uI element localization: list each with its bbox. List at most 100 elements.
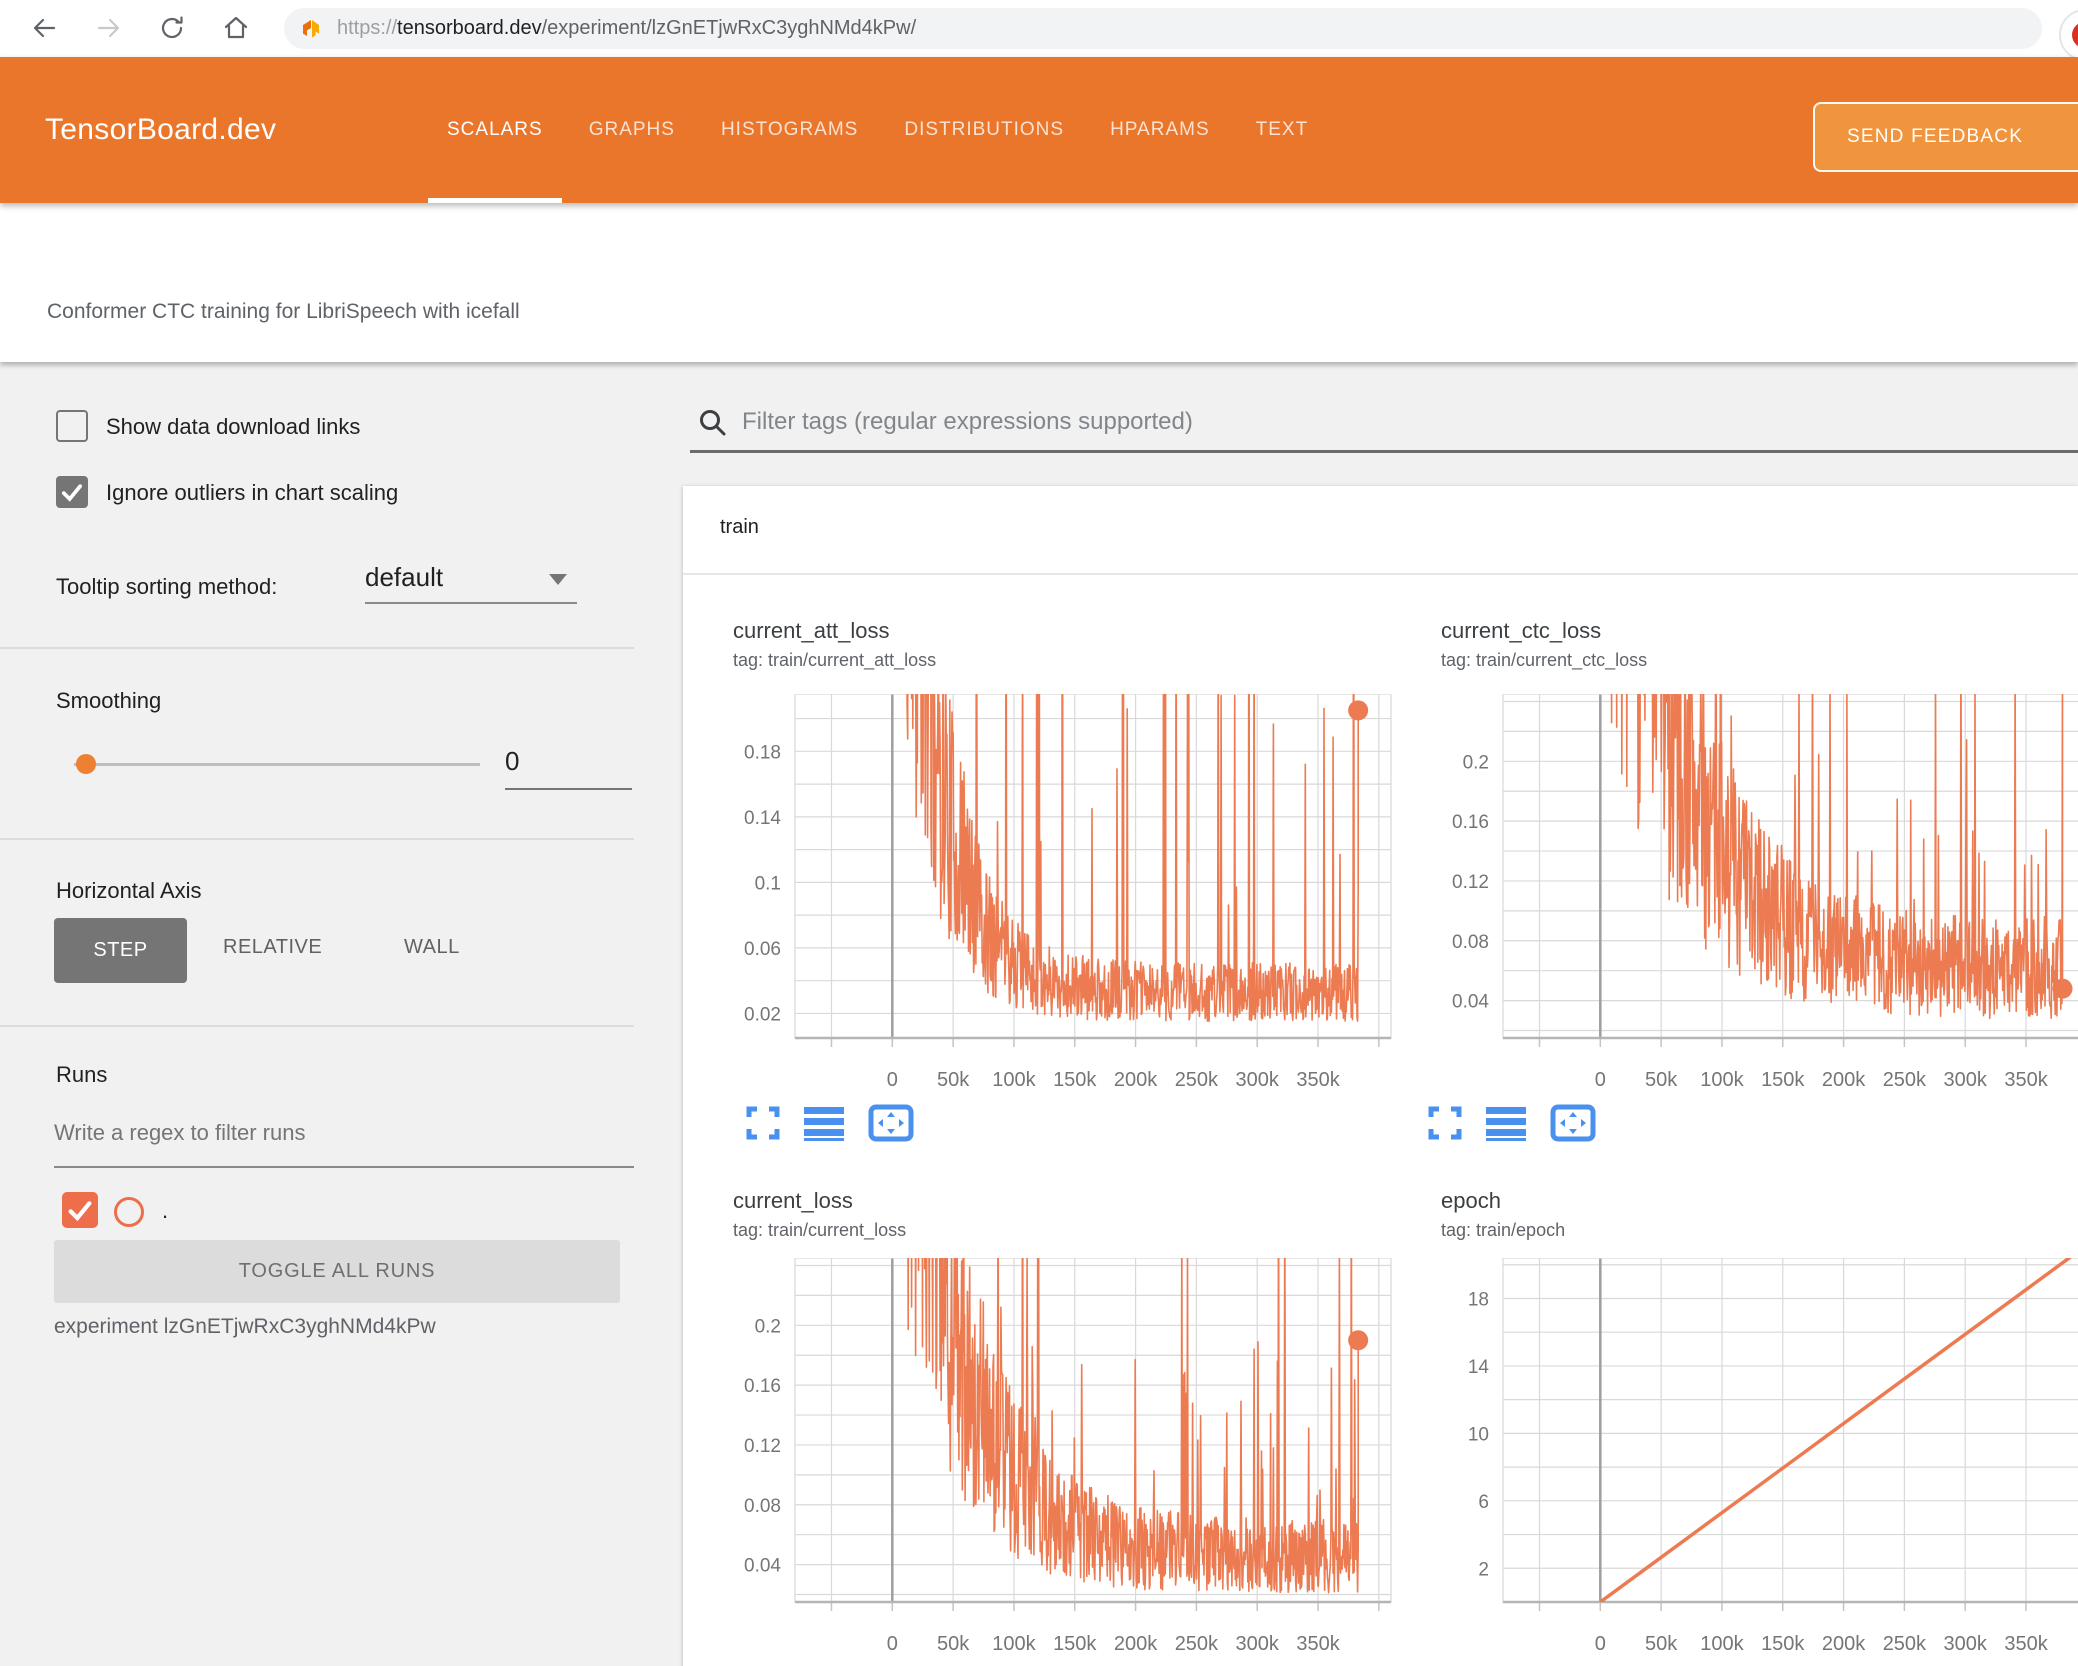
divider bbox=[0, 1025, 634, 1027]
svg-text:50k: 50k bbox=[1645, 1069, 1678, 1091]
smoothing-underline bbox=[505, 788, 632, 790]
smoothing-value: 0 bbox=[505, 746, 520, 776]
svg-text:10: 10 bbox=[1468, 1424, 1489, 1445]
chart-title: epoch bbox=[1441, 1188, 1501, 1213]
svg-text:50k: 50k bbox=[937, 1633, 970, 1655]
tab-distributions[interactable]: DISTRIBUTIONS bbox=[881, 57, 1087, 203]
svg-text:0: 0 bbox=[887, 1069, 898, 1091]
dropdown-underline bbox=[365, 602, 577, 604]
svg-text:0.02: 0.02 bbox=[744, 1004, 781, 1025]
reload-icon[interactable] bbox=[158, 14, 186, 42]
show-download-label: Show data download links bbox=[106, 414, 361, 439]
tooltip-sorting-value: default bbox=[365, 562, 444, 592]
title-band: Conformer CTC training for LibriSpeech w… bbox=[0, 203, 2078, 362]
tab-hparams[interactable]: HPARAMS bbox=[1087, 57, 1233, 203]
home-icon[interactable] bbox=[222, 14, 250, 42]
svg-text:300k: 300k bbox=[1944, 1633, 1988, 1655]
address-bar[interactable]: https://tensorboard.dev/experiment/lzGnE… bbox=[284, 8, 2042, 49]
svg-text:300k: 300k bbox=[1236, 1633, 1280, 1655]
page: https://tensorboard.dev/experiment/lzGnE… bbox=[0, 0, 2078, 1666]
svg-text:200k: 200k bbox=[1822, 1069, 1866, 1091]
content: Show data download links Ignore outliers… bbox=[0, 362, 2078, 1666]
axis-relative-button[interactable]: RELATIVE bbox=[223, 936, 322, 959]
chart-plot-0[interactable]: 0.02 0.06 0.1 0.14 0.18 0 50k 100k 150k 200k 250k 3… bbox=[720, 693, 1401, 1100]
svg-text:0.16: 0.16 bbox=[744, 1376, 781, 1397]
svg-text:150k: 150k bbox=[1761, 1633, 1805, 1655]
svg-text:50k: 50k bbox=[937, 1069, 970, 1091]
app-header: TensorBoard.dev SCALARS GRAPHS HISTOGRAM… bbox=[0, 57, 2078, 203]
smoothing-label: Smoothing bbox=[56, 688, 162, 713]
toggle-all-runs-button[interactable]: TOGGLE ALL RUNS bbox=[54, 1240, 620, 1303]
section-divider bbox=[683, 573, 2078, 575]
svg-text:0.18: 0.18 bbox=[744, 742, 781, 763]
tab-histograms[interactable]: HISTOGRAMS bbox=[698, 57, 881, 203]
svg-text:0: 0 bbox=[1595, 1633, 1606, 1655]
tab-scalars[interactable]: SCALARS bbox=[424, 57, 566, 203]
slider-thumb[interactable] bbox=[76, 754, 96, 774]
fullscreen-icon[interactable] bbox=[1428, 1106, 1462, 1140]
svg-text:350k: 350k bbox=[2004, 1633, 2048, 1655]
smoothing-slider[interactable] bbox=[74, 752, 480, 776]
slider-track[interactable] bbox=[74, 763, 480, 766]
svg-text:200k: 200k bbox=[1822, 1633, 1866, 1655]
chart-title: current_ctc_loss bbox=[1441, 618, 1602, 643]
axis-step-button[interactable]: STEP bbox=[54, 918, 187, 983]
runs-filter-underline bbox=[54, 1166, 634, 1168]
search-icon bbox=[700, 410, 726, 436]
url-path: /experiment/lzGnETjwRxC3yghNMd4kPw/ bbox=[541, 17, 917, 39]
chart-plot-3[interactable]: 2 6 10 14 18 0 50k 100k 150k 200k 250k 300k 350k bbox=[1428, 1257, 2078, 1664]
svg-text:0: 0 bbox=[1595, 1069, 1606, 1091]
ignore-outliers-checkbox[interactable] bbox=[56, 476, 88, 508]
tab-graphs[interactable]: GRAPHS bbox=[566, 57, 698, 203]
back-icon[interactable] bbox=[30, 14, 58, 42]
runs-filter-placeholder: Write a regex to filter runs bbox=[54, 1120, 306, 1145]
runs-label: Runs bbox=[56, 1062, 108, 1087]
tooltip-sorting-select[interactable]: default bbox=[365, 562, 577, 604]
axis-wall-button[interactable]: WALL bbox=[404, 936, 460, 959]
chart-plot-1[interactable]: 0.04 0.08 0.12 0.16 0.2 0 50k 100k 150k 200k 250k 3… bbox=[1428, 693, 2078, 1100]
svg-text:0.08: 0.08 bbox=[744, 1496, 781, 1517]
chart-title: current_loss bbox=[733, 1188, 853, 1213]
experiment-title: Conformer CTC training for LibriSpeech w… bbox=[47, 300, 520, 323]
tab-text[interactable]: TEXT bbox=[1233, 57, 1332, 203]
tensorboard-favicon bbox=[303, 19, 319, 38]
horizontal-axis-label: Horizontal Axis bbox=[56, 878, 202, 903]
chart-toolbar bbox=[746, 1104, 914, 1142]
run-checkbox[interactable] bbox=[62, 1192, 98, 1228]
svg-text:350k: 350k bbox=[1296, 1633, 1340, 1655]
forward-icon[interactable] bbox=[95, 14, 123, 42]
svg-text:350k: 350k bbox=[1296, 1069, 1340, 1091]
show-download-checkbox[interactable] bbox=[56, 410, 88, 442]
svg-text:200k: 200k bbox=[1114, 1633, 1158, 1655]
fullscreen-icon[interactable] bbox=[746, 1106, 780, 1140]
send-feedback-button[interactable]: SEND FEEDBACK bbox=[1813, 102, 2078, 172]
chart-title: current_att_loss bbox=[733, 618, 890, 643]
run-selector-icon[interactable] bbox=[804, 1105, 844, 1141]
svg-text:250k: 250k bbox=[1883, 1633, 1927, 1655]
svg-text:0.2: 0.2 bbox=[755, 1316, 781, 1337]
chevron-down-icon bbox=[549, 574, 567, 585]
smoothing-value-field[interactable]: 0 bbox=[505, 746, 632, 790]
run-color-circle-icon bbox=[114, 1197, 144, 1227]
chart-plot-2[interactable]: 0.04 0.08 0.12 0.16 0.2 0 50k 100k 150k 200k 250k 3… bbox=[720, 1257, 1401, 1664]
section-train[interactable]: train bbox=[720, 516, 759, 539]
fit-domain-icon[interactable] bbox=[868, 1104, 914, 1142]
svg-text:0.04: 0.04 bbox=[1452, 992, 1489, 1013]
svg-text:14: 14 bbox=[1468, 1357, 1490, 1378]
run-selector-icon[interactable] bbox=[1486, 1105, 1526, 1141]
svg-text:18: 18 bbox=[1468, 1289, 1489, 1310]
profile-avatar[interactable] bbox=[2059, 9, 2078, 61]
filter-tags-input[interactable]: Filter tags (regular expressions support… bbox=[690, 402, 2078, 453]
svg-text:100k: 100k bbox=[1700, 1069, 1744, 1091]
svg-text:300k: 300k bbox=[1236, 1069, 1280, 1091]
fit-domain-icon[interactable] bbox=[1550, 1104, 1596, 1142]
svg-text:6: 6 bbox=[1478, 1492, 1489, 1513]
chart-tag: tag: train/current_ctc_loss bbox=[1441, 650, 1648, 670]
svg-text:0.14: 0.14 bbox=[744, 808, 781, 829]
svg-text:0.12: 0.12 bbox=[1452, 872, 1489, 893]
svg-text:250k: 250k bbox=[1883, 1069, 1927, 1091]
browser-bar: https://tensorboard.dev/experiment/lzGnE… bbox=[0, 0, 2078, 61]
svg-text:0.08: 0.08 bbox=[1452, 932, 1489, 953]
avatar-badge bbox=[2072, 22, 2078, 48]
runs-filter-input[interactable]: Write a regex to filter runs bbox=[54, 1120, 634, 1168]
